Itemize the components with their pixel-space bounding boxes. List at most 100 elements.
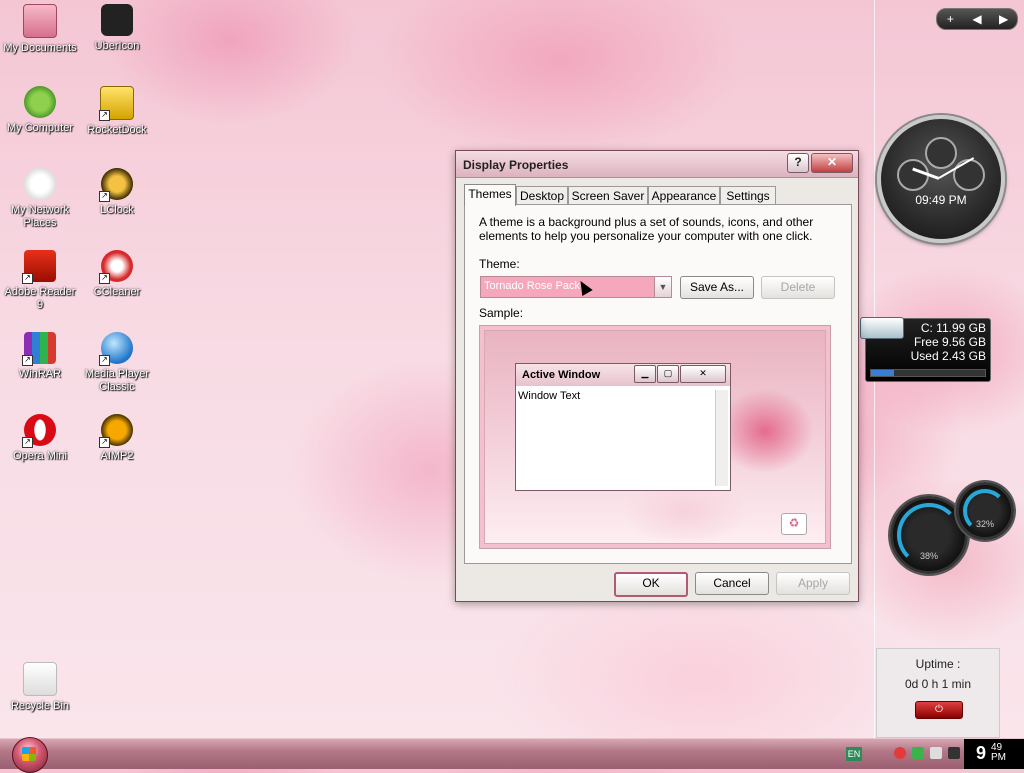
desktop-icon-media-player-classic[interactable]: ↗ Media Player Classic	[77, 332, 157, 394]
desktop-icon-aimp2[interactable]: ↗ AIMP2	[77, 414, 157, 463]
taskbar: EN 9 49 PM	[0, 737, 1024, 773]
desktop-icon-adobe-reader[interactable]: ↗ Adobe Reader 9	[0, 250, 80, 312]
theme-select[interactable]: Tornado Rose Pack ▼	[480, 276, 672, 298]
bunny-network-icon	[24, 168, 56, 200]
clock-time: 09:49 PM	[915, 193, 967, 207]
recycle-icon: ♻	[781, 513, 807, 535]
desktop-icon-recycle-bin[interactable]: Recycle Bin	[0, 662, 80, 713]
desktop-icon-opera-mini[interactable]: ↗ Opera Mini	[0, 414, 80, 463]
desktop-icon-my-network-places[interactable]: My Network Places	[0, 168, 80, 230]
desktop-icon-label: Opera Mini	[13, 450, 67, 462]
chevron-down-icon[interactable]: ▼	[654, 277, 671, 297]
delete-button[interactable]: Delete	[761, 276, 835, 299]
desktop-icon-rocketdock[interactable]: ↗ RocketDock	[77, 86, 157, 137]
cancel-button[interactable]: Cancel	[695, 572, 769, 595]
uptime-label: Uptime :	[915, 657, 961, 671]
theme-sample-preview: Active Window ▁ ▢ ✕ Window Text ♻	[479, 325, 831, 549]
next-gadget-button[interactable]: ▶	[995, 12, 1013, 26]
aimp-icon: ↗	[99, 414, 133, 448]
close-icon: ✕	[680, 365, 726, 383]
theme-description: A theme is a background plus a set of so…	[479, 215, 814, 243]
desktop-icon-label: My Computer	[6, 122, 74, 134]
tab-desktop[interactable]: Desktop	[516, 186, 568, 205]
desktop-icon-ccleaner[interactable]: ↗ CCleaner	[77, 250, 157, 299]
lclock-icon: ↗	[99, 168, 133, 202]
display-properties-dialog: Display Properties ? ✕ Themes Desktop Sc…	[455, 150, 859, 602]
desktop-icon-label: AIMP2	[100, 450, 134, 462]
opera-icon: ↗	[22, 414, 56, 448]
memory-meter-value: 32%	[975, 519, 994, 529]
drive-usage-bar	[870, 369, 986, 377]
sample-window-titlebar: Active Window ▁ ▢ ✕	[516, 364, 730, 386]
desktop-icon-winrar[interactable]: ↗ WinRAR	[0, 332, 80, 381]
desktop-icon-ubericon[interactable]: UberIcon	[77, 4, 157, 53]
ubericon-icon	[101, 4, 133, 36]
desktop-icon-label: WinRAR	[18, 368, 62, 380]
drive-gadget[interactable]: C: 11.99 GB Free 9.56 GB Used 2.43 GB	[860, 317, 991, 382]
language-indicator[interactable]: EN	[846, 747, 862, 761]
drive-total: C: 11.99 GB	[920, 321, 986, 335]
volume-icon[interactable]	[948, 747, 960, 759]
prev-gadget-button[interactable]: ◀	[968, 12, 986, 26]
sample-wallpaper: Active Window ▁ ▢ ✕ Window Text ♻	[484, 330, 826, 544]
desktop-icon-my-computer[interactable]: My Computer	[0, 86, 80, 135]
sample-scrollbar	[715, 390, 728, 486]
minimize-icon: ▁	[634, 365, 656, 383]
desktop-icon-label: LClock	[100, 204, 134, 216]
drive-usage-fill	[871, 370, 894, 376]
theme-select-value: Tornado Rose Pack	[484, 280, 580, 292]
desktop-icon-my-documents[interactable]: My Documents	[0, 4, 80, 55]
uptime-value: 0d 0 h 1 min	[904, 677, 972, 691]
tab-appearance[interactable]: Appearance	[648, 186, 720, 205]
ccleaner-icon: ↗	[99, 250, 133, 284]
add-gadget-button[interactable]: +	[941, 12, 959, 26]
cpu-meter-value: 38%	[919, 551, 938, 561]
sample-label: Sample:	[479, 306, 524, 320]
desktop-icon-label: Adobe Reader 9	[4, 286, 76, 311]
sidebar-controls: + ◀ ▶	[936, 8, 1018, 30]
save-as-button[interactable]: Save As...	[680, 276, 754, 299]
uptime-gadget: Uptime : 0d 0 h 1 min ⏻	[876, 648, 1000, 738]
recycle-bin-icon	[23, 662, 57, 696]
taskbar-clock-ampm: PM	[991, 752, 1006, 763]
display-icon[interactable]	[930, 747, 942, 759]
taskbar-clock[interactable]: 9 49 PM	[964, 739, 1024, 769]
drive-used: Used 2.43 GB	[910, 349, 986, 363]
dialog-title: Display Properties	[463, 158, 569, 172]
hard-drive-icon	[860, 317, 904, 339]
ok-button[interactable]: OK	[614, 572, 688, 597]
tab-screen-saver[interactable]: Screen Saver	[568, 186, 648, 205]
power-icon[interactable]: ⏻	[915, 701, 963, 719]
adobe-reader-icon: ↗	[22, 250, 56, 284]
memory-meter[interactable]: 32%	[956, 482, 1014, 540]
dialog-titlebar[interactable]: Display Properties ? ✕	[456, 151, 858, 178]
maximize-icon: ▢	[657, 365, 679, 383]
taskbar-clock-hour: 9	[976, 743, 987, 763]
security-icon[interactable]	[894, 747, 906, 759]
desktop-icon-label: RocketDock	[87, 124, 147, 136]
sample-window-title: Active Window	[522, 369, 601, 381]
help-button[interactable]: ?	[787, 153, 809, 173]
desktop-icon-label: UberIcon	[94, 40, 140, 52]
themes-panel: A theme is a background plus a set of so…	[464, 204, 852, 564]
close-button[interactable]: ✕	[811, 153, 853, 173]
desktop-icon-label: My Network Places	[10, 204, 70, 229]
desktop-icon-label: CCleaner	[93, 286, 141, 298]
clock-gadget[interactable]: 09:49 PM	[877, 115, 1005, 243]
clock-subdial	[925, 137, 957, 169]
frog-computer-icon	[24, 86, 56, 118]
tab-themes[interactable]: Themes	[464, 184, 516, 206]
desktop-icon-label: My Documents	[3, 42, 77, 54]
drive-free: Free 9.56 GB	[913, 335, 986, 349]
apply-button[interactable]: Apply	[776, 572, 850, 595]
desktop-icon-label: Recycle Bin	[10, 700, 70, 712]
desktop-icon-lclock[interactable]: ↗ LClock	[77, 168, 157, 217]
winrar-icon: ↗	[22, 332, 56, 366]
media-player-icon: ↗	[99, 332, 133, 366]
network-icon[interactable]	[912, 747, 924, 759]
tab-settings[interactable]: Settings	[720, 186, 776, 205]
folder-icon	[23, 4, 57, 38]
sample-window-text: Window Text	[518, 390, 581, 402]
theme-label: Theme:	[479, 257, 520, 271]
rocketdock-icon: ↗	[99, 86, 134, 121]
